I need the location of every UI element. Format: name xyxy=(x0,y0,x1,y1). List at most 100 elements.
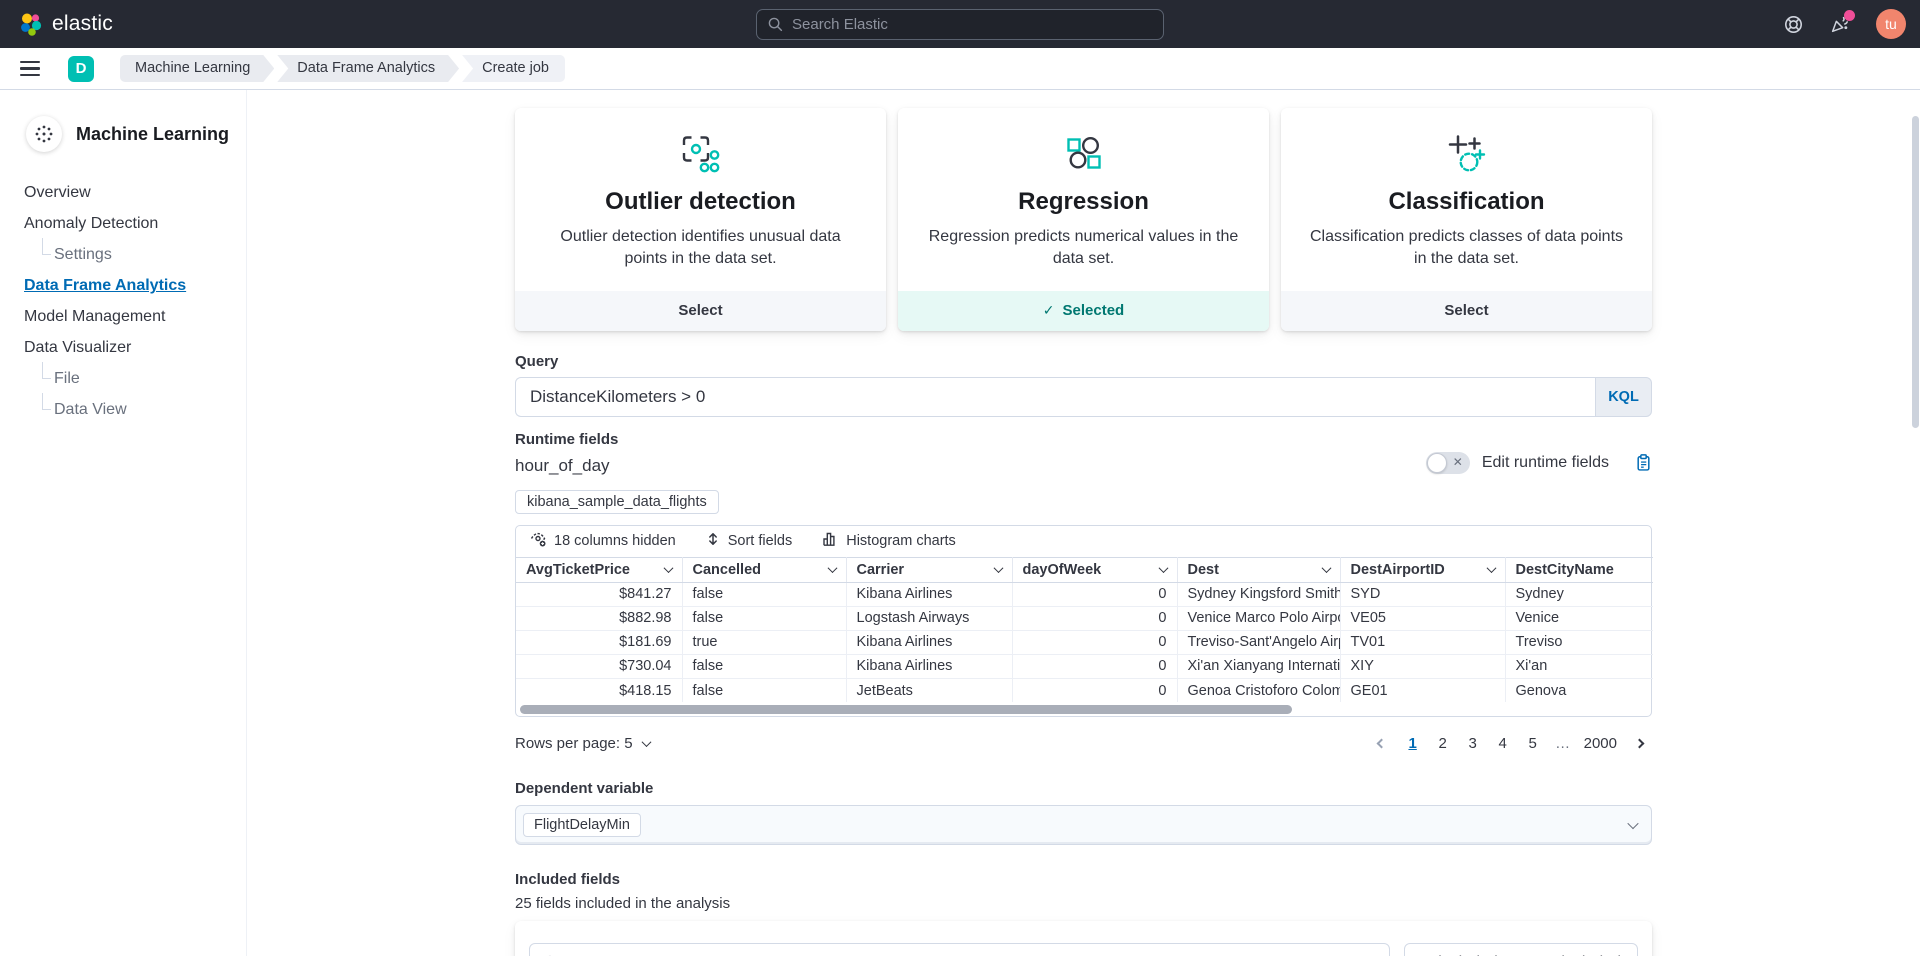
chevron-down-icon xyxy=(1158,563,1168,573)
page-button-1[interactable]: 1 xyxy=(1401,730,1425,756)
table-cell: false xyxy=(682,654,846,678)
sidebar-item-data-view[interactable]: Data View xyxy=(42,401,127,419)
chevron-down-icon xyxy=(1629,816,1637,834)
sidebar-item-overview[interactable]: Overview xyxy=(24,184,91,202)
table-cell: false xyxy=(682,606,846,630)
job-type-card-classification[interactable]: ClassificationClassification predicts cl… xyxy=(1281,108,1652,331)
included-fields-label: Included fields xyxy=(515,871,1652,888)
page-button-2000[interactable]: 2000 xyxy=(1581,730,1620,756)
next-page-button[interactable] xyxy=(1626,730,1652,756)
sidebar-item-data-visualizer[interactable]: Data Visualizer xyxy=(24,339,131,357)
help-icon[interactable] xyxy=(1784,15,1803,34)
vertical-scrollbar-thumb[interactable] xyxy=(1912,116,1919,428)
chevron-right-icon xyxy=(1634,738,1644,748)
table-cell: Logstash Airways xyxy=(846,606,1012,630)
source-data-grid: 18 columns hidden Sort fields Histogram ch… xyxy=(515,525,1652,718)
chevron-down-icon xyxy=(663,563,673,573)
breadcrumb-item[interactable]: Machine Learning xyxy=(120,55,274,82)
rows-per-page-button[interactable]: Rows per page: 5 xyxy=(515,735,650,752)
elastic-logo-icon xyxy=(18,12,43,37)
table-cell: Sydney Kingsford Smith I... xyxy=(1177,582,1340,606)
edit-runtime-fields-toggle[interactable]: ✕ xyxy=(1426,452,1470,474)
page-title: Machine Learning xyxy=(76,124,229,145)
table-cell: $882.98 xyxy=(516,606,682,630)
table-cell: VE05 xyxy=(1340,606,1505,630)
toolbar-hide-columns-button[interactable]: 18 columns hidden xyxy=(530,531,676,551)
chevron-down-icon xyxy=(1486,563,1496,573)
column-header-DestAirportID[interactable]: DestAirportID xyxy=(1340,557,1505,582)
outlier-detection-icon xyxy=(541,134,860,176)
job-type-cards: Outlier detection Outlier detection ident… xyxy=(515,108,1652,331)
page-button-5[interactable]: 5 xyxy=(1521,730,1545,756)
column-header-label: Cancelled xyxy=(693,562,762,578)
newsfeed-icon[interactable] xyxy=(1830,15,1849,34)
global-search[interactable] xyxy=(756,9,1164,40)
card-title: Regression xyxy=(924,188,1243,216)
table-cell: Venice Marco Polo Airport xyxy=(1177,606,1340,630)
selected-badge[interactable]: ✓Selected xyxy=(898,291,1269,331)
elastic-logo[interactable]: elastic xyxy=(18,12,113,37)
table-cell: TV01 xyxy=(1340,630,1505,654)
table-row: $841.27falseKibana Airlines0Sydney Kings… xyxy=(516,582,1653,606)
user-avatar[interactable]: tu xyxy=(1876,9,1906,39)
sidebar-item-settings[interactable]: Settings xyxy=(42,246,112,264)
breadcrumb-item[interactable]: Data Frame Analytics xyxy=(277,55,459,82)
select-button[interactable]: Select xyxy=(1281,291,1652,331)
global-search-input[interactable] xyxy=(792,16,1163,33)
chevron-down-icon xyxy=(1321,563,1331,573)
horizontal-scrollbar-thumb[interactable] xyxy=(520,705,1292,714)
column-header-label: Dest xyxy=(1188,562,1219,578)
toolbar-sort-button[interactable]: Sort fields xyxy=(706,532,792,550)
table-row: $882.98falseLogstash Airways0Venice Marc… xyxy=(516,606,1653,630)
table-cell: Kibana Airlines xyxy=(846,582,1012,606)
table-cell: $181.69 xyxy=(516,630,682,654)
sidebar-item-anomaly-detection[interactable]: Anomaly Detection xyxy=(24,215,158,233)
machine-learning-icon xyxy=(26,116,62,152)
table-cell: false xyxy=(682,678,846,702)
sidebar-item-data-frame-analytics[interactable]: Data Frame Analytics xyxy=(24,277,186,295)
table-row: $181.69trueKibana Airlines0Treviso-Sant'… xyxy=(516,630,1653,654)
space-badge[interactable]: D xyxy=(68,56,94,82)
table-cell: false xyxy=(682,582,846,606)
brand-name: elastic xyxy=(52,12,113,36)
menu-icon[interactable] xyxy=(20,56,46,82)
column-header-Carrier[interactable]: Carrier xyxy=(846,557,1012,582)
page-button-3[interactable]: 3 xyxy=(1461,730,1485,756)
table-cell: Xi'an xyxy=(1505,654,1653,678)
sidebar-item-file[interactable]: File xyxy=(42,370,80,388)
table-cell: $841.27 xyxy=(516,582,682,606)
table-cell: Kibana Airlines xyxy=(846,654,1012,678)
kql-button[interactable]: KQL xyxy=(1595,377,1652,417)
table-cell: 0 xyxy=(1012,678,1177,702)
included-fields-panel: Is includedIs not included Field nameMap… xyxy=(515,921,1652,956)
column-header-Cancelled[interactable]: Cancelled xyxy=(682,557,846,582)
previous-page-button[interactable] xyxy=(1369,730,1395,756)
column-header-DestCityName[interactable]: DestCityName xyxy=(1505,557,1653,582)
main-content: Outlier detection Outlier detection ident… xyxy=(247,90,1920,956)
job-type-card-outlier-detection[interactable]: Outlier detection Outlier detection ident… xyxy=(515,108,886,331)
column-header-Dest[interactable]: Dest xyxy=(1177,557,1340,582)
card-title: Outlier detection xyxy=(541,188,860,216)
query-input[interactable] xyxy=(516,387,1595,407)
dependent-variable-select[interactable]: FlightDelayMin xyxy=(515,805,1652,845)
include-filter-group: Is includedIs not included xyxy=(1404,943,1638,956)
notification-dot xyxy=(1844,10,1855,21)
check-icon: ✓ xyxy=(1043,302,1055,319)
chevron-down-icon xyxy=(641,737,651,747)
toolbar-histogram-button[interactable]: Histogram charts xyxy=(822,531,956,551)
column-header-label: DestCityName xyxy=(1516,562,1614,578)
breadcrumb-item[interactable]: Create job xyxy=(462,55,565,82)
column-header-dayOfWeek[interactable]: dayOfWeek xyxy=(1012,557,1177,582)
sidebar-item-model-management[interactable]: Model Management xyxy=(24,308,165,326)
regression-icon xyxy=(924,134,1243,176)
job-type-card-regression[interactable]: RegressionRegression predicts numerical … xyxy=(898,108,1269,331)
page-button-2[interactable]: 2 xyxy=(1431,730,1455,756)
search-icon xyxy=(768,17,783,32)
clipboard-icon[interactable] xyxy=(1635,454,1652,471)
page-button-4[interactable]: 4 xyxy=(1491,730,1515,756)
breadcrumb-bar: D Machine LearningData Frame AnalyticsCr… xyxy=(0,48,1920,90)
column-header-AvgTicketPrice[interactable]: AvgTicketPrice xyxy=(516,557,682,582)
select-button[interactable]: Select xyxy=(515,291,886,331)
included-fields-subtitle: 25 fields included in the analysis xyxy=(515,895,1652,912)
card-description: Outlier detection identifies unusual dat… xyxy=(541,226,860,271)
